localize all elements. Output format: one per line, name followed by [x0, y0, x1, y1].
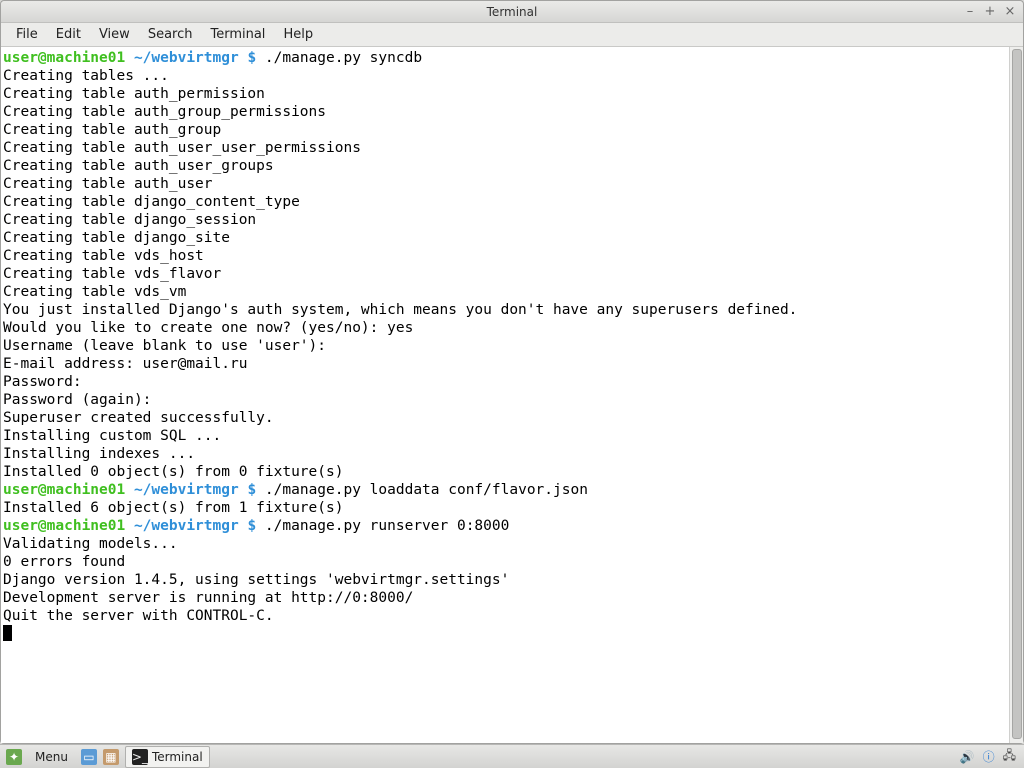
- output-line: Development server is running at http://…: [3, 589, 1007, 607]
- output-line: Creating table auth_user: [3, 175, 1007, 193]
- command-text: ./manage.py runserver 0:8000: [265, 518, 509, 534]
- command-text: ./manage.py syncdb: [265, 50, 422, 66]
- output-line: Installed 6 object(s) from 1 fixture(s): [3, 499, 1007, 517]
- start-menu-button[interactable]: Menu: [28, 747, 75, 767]
- output-line: Installing indexes ...: [3, 445, 1007, 463]
- prompt-line: user@machine01 ~/webvirtmgr $ ./manage.p…: [3, 481, 1007, 499]
- network-icon[interactable]: 🖧: [1003, 746, 1016, 767]
- terminal-body[interactable]: user@machine01 ~/webvirtmgr $ ./manage.p…: [1, 47, 1009, 743]
- prompt-path: ~/webvirtmgr: [134, 50, 239, 66]
- output-line: Validating models...: [3, 535, 1007, 553]
- prompt-line: user@machine01 ~/webvirtmgr $ ./manage.p…: [3, 49, 1007, 67]
- prompt-separator: $: [239, 482, 265, 498]
- output-line: Creating table auth_group_permissions: [3, 103, 1007, 121]
- terminal-window: Terminal – + × File Edit View Search Ter…: [0, 0, 1024, 744]
- output-line: Creating table auth_permission: [3, 85, 1007, 103]
- command-text: ./manage.py loaddata conf/flavor.json: [265, 482, 588, 498]
- output-line: Creating table auth_user_user_permission…: [3, 139, 1007, 157]
- terminal-icon: >_: [132, 749, 148, 765]
- prompt-path: ~/webvirtmgr: [134, 518, 239, 534]
- close-button[interactable]: ×: [1003, 4, 1017, 18]
- prompt-user-host: user@machine01: [3, 50, 125, 66]
- output-line: Creating table vds_host: [3, 247, 1007, 265]
- prompt-line: user@machine01 ~/webvirtmgr $ ./manage.p…: [3, 517, 1007, 535]
- info-icon[interactable]: ⓘ: [983, 748, 995, 765]
- output-line: Installing custom SQL ...: [3, 427, 1007, 445]
- start-menu-label: Menu: [35, 750, 68, 764]
- taskbar-app-terminal[interactable]: >_ Terminal: [125, 746, 210, 768]
- output-line: Creating table auth_user_groups: [3, 157, 1007, 175]
- output-line: Creating table django_session: [3, 211, 1007, 229]
- output-line: Quit the server with CONTROL-C.: [3, 607, 1007, 625]
- prompt-user-host: user@machine01: [3, 518, 125, 534]
- scroll-thumb[interactable]: [1012, 49, 1022, 739]
- cursor-line: [3, 625, 1007, 644]
- taskbar: ✦ Menu ▭ ▦ >_ Terminal 🔊 ⓘ 🖧: [0, 744, 1024, 768]
- output-line: Creating table django_content_type: [3, 193, 1007, 211]
- window-title: Terminal: [487, 5, 538, 19]
- output-line: Superuser created successfully.: [3, 409, 1007, 427]
- file-manager-icon[interactable]: ▦: [103, 749, 119, 765]
- output-line: You just installed Django's auth system,…: [3, 301, 1007, 319]
- menu-help[interactable]: Help: [274, 25, 322, 44]
- output-line: Installed 0 object(s) from 0 fixture(s): [3, 463, 1007, 481]
- output-line: 0 errors found: [3, 553, 1007, 571]
- prompt-separator: $: [239, 518, 265, 534]
- distro-icon[interactable]: ✦: [6, 749, 22, 765]
- prompt-user-host: user@machine01: [3, 482, 125, 498]
- maximize-button[interactable]: +: [983, 4, 997, 18]
- taskbar-right: 🔊 ⓘ 🖧: [960, 746, 1024, 767]
- menu-view[interactable]: View: [90, 25, 139, 44]
- window-titlebar[interactable]: Terminal – + ×: [1, 1, 1023, 23]
- menu-search[interactable]: Search: [139, 25, 202, 44]
- output-line: Creating table vds_flavor: [3, 265, 1007, 283]
- output-line: E-mail address: user@mail.ru: [3, 355, 1007, 373]
- menu-file[interactable]: File: [7, 25, 47, 44]
- terminal-scrollbar[interactable]: [1009, 47, 1023, 743]
- output-line: Username (leave blank to use 'user'):: [3, 337, 1007, 355]
- menu-terminal[interactable]: Terminal: [201, 25, 274, 44]
- terminal-cursor: [3, 625, 12, 641]
- window-controls: – + ×: [963, 4, 1017, 18]
- output-line: Django version 1.4.5, using settings 'we…: [3, 571, 1007, 589]
- volume-icon[interactable]: 🔊: [960, 750, 975, 764]
- output-line: Would you like to create one now? (yes/n…: [3, 319, 1007, 337]
- prompt-path: ~/webvirtmgr: [134, 482, 239, 498]
- taskbar-app-label: Terminal: [152, 750, 203, 764]
- terminal-area: user@machine01 ~/webvirtmgr $ ./manage.p…: [1, 47, 1023, 743]
- output-line: Creating table auth_group: [3, 121, 1007, 139]
- minimize-button[interactable]: –: [963, 4, 977, 18]
- prompt-separator: $: [239, 50, 265, 66]
- taskbar-left: ✦ Menu ▭ ▦ >_ Terminal: [0, 746, 210, 768]
- output-line: Creating table vds_vm: [3, 283, 1007, 301]
- menu-edit[interactable]: Edit: [47, 25, 90, 44]
- output-line: Password:: [3, 373, 1007, 391]
- output-line: Creating table django_site: [3, 229, 1007, 247]
- output-line: Creating tables ...: [3, 67, 1007, 85]
- show-desktop-icon[interactable]: ▭: [81, 749, 97, 765]
- output-line: Password (again):: [3, 391, 1007, 409]
- menubar: File Edit View Search Terminal Help: [1, 23, 1023, 47]
